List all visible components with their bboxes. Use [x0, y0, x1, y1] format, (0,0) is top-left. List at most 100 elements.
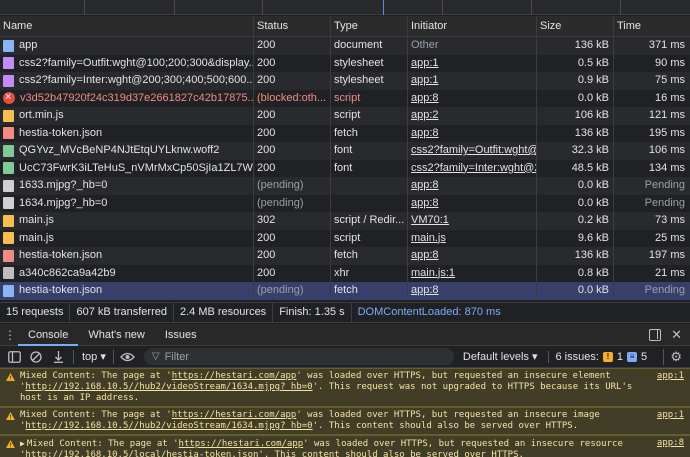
js-file-icon [3, 214, 14, 227]
request-initiator[interactable]: app:8 [408, 177, 537, 195]
request-initiator[interactable]: app:1 [408, 54, 537, 72]
table-row[interactable]: ort.min.js 200 script app:2 106 kB 121 ms [0, 107, 690, 125]
request-status: 200 [254, 124, 331, 142]
request-status: 200 [254, 247, 331, 265]
column-header-status[interactable]: Status [254, 16, 331, 36]
message-url-link[interactable]: http://192.168.10.5//hub2/videoStream/16… [25, 382, 312, 392]
context-selector[interactable]: top ▾ [82, 350, 106, 363]
message-source-link[interactable]: app:1 [657, 410, 684, 421]
request-name[interactable]: v3d52b47920f24c319d37e2661827c42b17875..… [0, 89, 254, 107]
request-name[interactable]: UcC73FwrK3iLTeHuS_nVMrMxCp50SjIa1ZL7W0..… [0, 159, 254, 177]
request-size: 0.5 kB [537, 54, 614, 72]
table-row[interactable]: css2?family=Inter:wght@200;300;400;500;6… [0, 72, 690, 90]
request-initiator[interactable]: app:8 [408, 124, 537, 142]
table-row[interactable]: hestia-token.json 200 fetch app:8 136 kB 195 … [0, 124, 690, 142]
console-filter-input[interactable]: ▽ Filter [143, 348, 454, 365]
message-text: Mixed Content: The page at ' [20, 371, 172, 381]
img-file-icon [3, 179, 14, 192]
table-row[interactable]: css2?family=Outfit:wght@100;200;300&disp… [0, 54, 690, 72]
message-url-link[interactable]: http://192.168.10.5/local/hestia-token.j… [25, 450, 258, 457]
console-warning-message[interactable]: ▶ Mixed Content: The page at 'https://hes… [0, 435, 690, 457]
dock-drawer-icon[interactable] [649, 328, 662, 341]
request-name[interactable]: css2?family=Outfit:wght@100;200;300&disp… [0, 54, 254, 72]
request-initiator[interactable]: css2?family=Inter:wght@2 [408, 159, 537, 177]
request-name[interactable]: QGYvz_MVcBeNP4NJtEtqUYLknw.woff2 [0, 142, 254, 160]
table-row[interactable]: main.js 200 script main.js 9.6 kB 25 ms [0, 229, 690, 247]
request-type: stylesheet [331, 72, 408, 90]
request-initiator[interactable]: app:8 [408, 247, 537, 265]
request-initiator[interactable]: app:8 [408, 89, 537, 107]
message-url-link[interactable]: https://hestari.com/app [172, 410, 297, 420]
column-header-initiator[interactable]: Initiator [408, 16, 537, 36]
fetch-file-icon [3, 127, 14, 140]
table-row[interactable]: main.js 302 script / Redir... VM70:1 0.2 kB 7… [0, 212, 690, 230]
request-name[interactable]: ort.min.js [0, 107, 254, 125]
request-status: 200 [254, 159, 331, 177]
request-initiator[interactable]: css2?family=Outfit:wght@1 [408, 142, 537, 160]
tab-whats-new[interactable]: What's new [78, 324, 155, 346]
column-header-type[interactable]: Type [331, 16, 408, 36]
clear-console-icon[interactable] [28, 350, 44, 364]
request-name[interactable]: 1634.mjpg?_hb=0 [0, 194, 254, 212]
eye-icon[interactable] [120, 350, 136, 364]
message-url-link[interactable]: http://192.168.10.5//hub2/videoStream/16… [25, 421, 312, 431]
message-source-link[interactable]: app:1 [657, 371, 684, 382]
table-header: Name Status Type Initiator Size Time [0, 16, 690, 37]
log-levels-dropdown[interactable]: Default levels ▾ [463, 350, 538, 363]
message-source-link[interactable]: app:8 [657, 438, 684, 449]
table-row[interactable]: 1633.mjpg?_hb=0 (pending) app:8 0.0 kB Pendi… [0, 177, 690, 195]
more-tools-menu-icon[interactable]: ⋮ [2, 328, 18, 342]
request-initiator[interactable]: main.js [408, 229, 537, 247]
request-name[interactable]: main.js [0, 212, 254, 230]
request-time: 121 ms [648, 109, 685, 121]
request-name[interactable]: hestia-token.json [0, 282, 254, 300]
request-name[interactable]: main.js [0, 229, 254, 247]
request-initiator[interactable]: app:1 [408, 72, 537, 90]
table-row[interactable]: QGYvz_MVcBeNP4NJtEtqUYLknw.woff2 200 font c… [0, 142, 690, 160]
table-row[interactable]: a340c862ca9a42b9 200 xhr main.js:1 0.8 kB 21 … [0, 264, 690, 282]
issues-counter[interactable]: 6 issues: ! 1 ≡ 5 [547, 350, 647, 363]
tab-console[interactable]: Console [18, 324, 79, 346]
console-settings-gear-icon[interactable]: ⚙ [663, 348, 682, 365]
request-status: 302 [254, 212, 331, 230]
message-url-link[interactable]: https://hestari.com/app [179, 439, 304, 449]
table-row[interactable]: v3d52b47920f24c319d37e2661827c42b17875..… [0, 89, 690, 107]
column-header-size[interactable]: Size [537, 16, 614, 36]
request-status: 200 [254, 229, 331, 247]
message-url-link[interactable]: https://hestari.com/app [172, 371, 297, 381]
request-name[interactable]: css2?family=Inter:wght@200;300;400;500;6… [0, 72, 254, 90]
request-name[interactable]: 1633.mjpg?_hb=0 [0, 177, 254, 195]
request-name[interactable]: hestia-token.json [0, 247, 254, 265]
close-drawer-icon[interactable]: ✕ [671, 328, 682, 341]
request-name[interactable]: hestia-token.json [0, 124, 254, 142]
column-header-name[interactable]: Name [0, 16, 254, 36]
create-live-expression-icon[interactable] [50, 350, 66, 364]
request-initiator[interactable]: app:8 [408, 194, 537, 212]
sidebar-toggle-icon[interactable] [6, 350, 22, 364]
fetch-file-icon [3, 249, 14, 262]
waterfall-overview[interactable] [0, 0, 690, 15]
request-initiator[interactable]: app:2 [408, 107, 537, 125]
transferred-size: 607 kB transferred [70, 303, 174, 322]
expand-caret-icon[interactable]: ▶ [20, 439, 25, 448]
table-row[interactable]: 1634.mjpg?_hb=0 (pending) app:8 0.0 kB Pendi… [0, 194, 690, 212]
tab-issues[interactable]: Issues [155, 324, 207, 346]
request-type: script [331, 89, 408, 107]
table-row[interactable]: UcC73FwrK3iLTeHuS_nVMrMxCp50SjIa1ZL7W0..… [0, 159, 690, 177]
request-initiator[interactable]: app:8 [408, 282, 537, 300]
request-name[interactable]: app [0, 37, 254, 55]
console-warning-message[interactable]: Mixed Content: The page at 'https://hest… [0, 407, 690, 435]
request-type: fetch [331, 247, 408, 265]
font-file-icon [3, 144, 14, 157]
console-warning-message[interactable]: Mixed Content: The page at 'https://hest… [0, 368, 690, 407]
table-row[interactable]: hestia-token.json 200 fetch app:8 136 kB 197 … [0, 247, 690, 265]
request-initiator[interactable]: main.js:1 [408, 264, 537, 282]
request-size: 32.3 kB [537, 142, 614, 160]
network-status-bar: 15 requests 607 kB transferred 2.4 MB re… [0, 302, 690, 323]
request-initiator[interactable]: VM70:1 [408, 212, 537, 230]
column-header-time[interactable]: Time [614, 16, 690, 36]
request-type: font [331, 142, 408, 160]
table-row[interactable]: app 200 document Other 136 kB 371 ms [0, 37, 690, 55]
request-name[interactable]: a340c862ca9a42b9 [0, 264, 254, 282]
table-row[interactable]: hestia-token.json (pending) fetch app:8 0.0 … [0, 282, 690, 300]
